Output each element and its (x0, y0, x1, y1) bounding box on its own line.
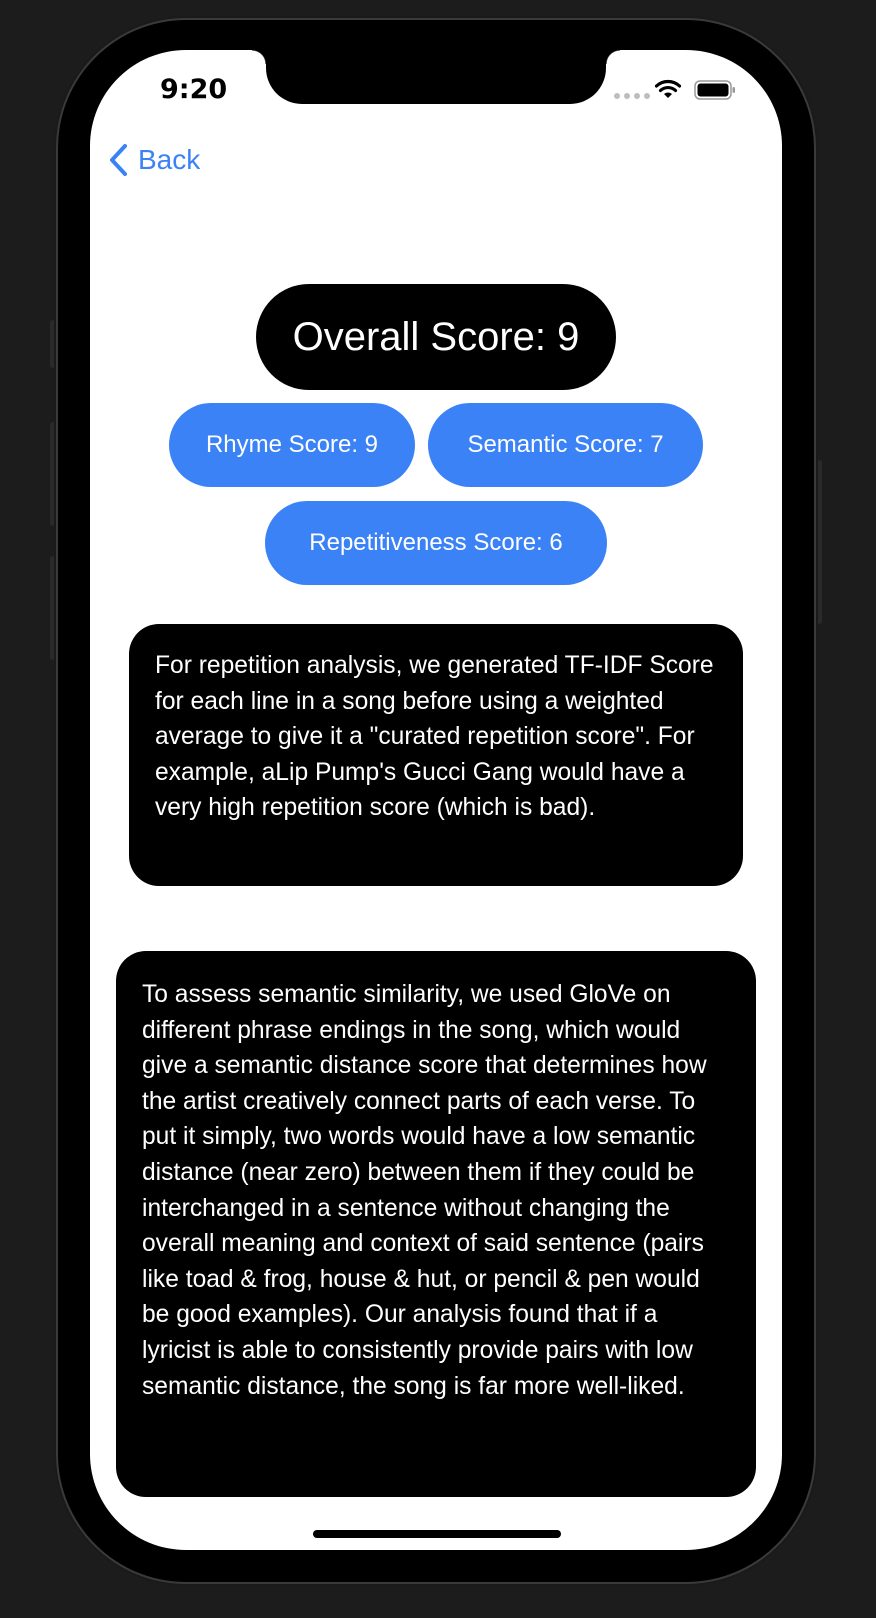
repetition-info-text: For repetition analysis, we generated TF… (155, 652, 714, 822)
semantic-info-card: To assess semantic similarity, we used G… (116, 951, 756, 1497)
signal-dots-icon (614, 93, 650, 99)
repetition-info-card: For repetition analysis, we generated TF… (129, 624, 743, 886)
home-indicator[interactable] (313, 1530, 561, 1538)
battery-icon (694, 80, 736, 105)
overall-score-badge: Overall Score: 9 (256, 284, 616, 390)
wifi-icon (654, 78, 682, 105)
back-label: Back (138, 144, 201, 175)
app-screen: 9:20 Back Overall Score: 9 Rhyme Score: … (90, 50, 782, 1550)
mute-switch (50, 320, 58, 368)
chevron-left-icon (108, 143, 128, 177)
back-button[interactable]: Back (108, 142, 200, 178)
notch (252, 50, 620, 104)
semantic-score-button[interactable]: Semantic Score: 7 (428, 403, 703, 487)
repetitiveness-score-button[interactable]: Repetitiveness Score: 6 (265, 501, 607, 585)
rhyme-score-button[interactable]: Rhyme Score: 9 (169, 403, 415, 487)
status-time: 9:20 (160, 74, 228, 105)
power-button (814, 460, 822, 624)
volume-up-button (50, 422, 58, 526)
semantic-info-text: To assess semantic similarity, we used G… (142, 981, 707, 1400)
volume-down-button (50, 556, 58, 660)
